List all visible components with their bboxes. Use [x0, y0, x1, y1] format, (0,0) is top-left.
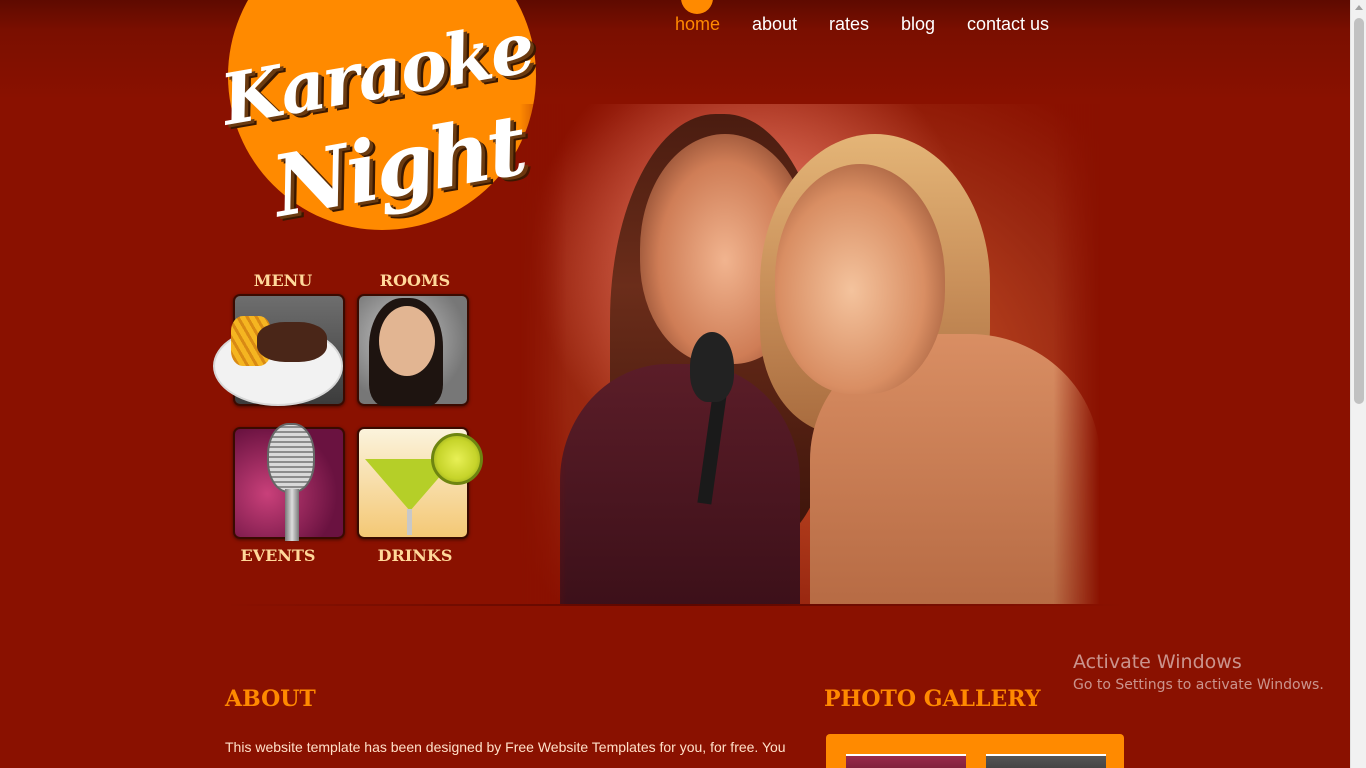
nav-home[interactable]: home	[675, 14, 720, 35]
tile-label-events[interactable]: EVENTS	[218, 546, 338, 565]
tile-drinks[interactable]	[357, 427, 483, 539]
tile-events[interactable]	[233, 423, 345, 541]
about-text: This website template has been designed …	[225, 739, 786, 755]
gallery-thumbnail[interactable]	[986, 754, 1106, 768]
scrollbar-thumb[interactable]	[1354, 18, 1364, 404]
gallery-thumbnail[interactable]	[846, 754, 966, 768]
tile-menu[interactable]	[213, 294, 345, 406]
events-microphone-icon	[267, 423, 315, 493]
menu-steak-image	[257, 322, 327, 362]
photo-gallery-heading: PHOTO GALLERY	[824, 686, 1041, 712]
nav-blog[interactable]: blog	[901, 14, 935, 35]
watermark-title: Activate Windows	[1073, 651, 1242, 673]
nav-rates[interactable]: rates	[829, 14, 869, 35]
tile-label-drinks[interactable]: DRINKS	[355, 546, 475, 565]
activate-windows-watermark: Activate Windows Go to Settings to activ…	[1073, 651, 1324, 693]
drinks-glass-stem	[407, 509, 412, 535]
logo[interactable]: Karaoke Night	[214, 5, 554, 236]
hero-microphone	[690, 332, 734, 402]
events-microphone-stem	[285, 489, 299, 541]
tile-label-rooms[interactable]: ROOMS	[355, 271, 475, 290]
watermark-subtitle: Go to Settings to activate Windows.	[1073, 677, 1324, 693]
scroll-up-arrow-icon[interactable]	[1355, 5, 1363, 10]
about-heading: ABOUT	[225, 686, 316, 712]
photo-gallery	[826, 734, 1124, 768]
vertical-scrollbar[interactable]	[1350, 0, 1366, 768]
nav-contact-us[interactable]: contact us	[967, 14, 1049, 35]
drinks-lime-icon	[431, 433, 483, 485]
hero-image	[520, 104, 1100, 624]
rooms-singer-face	[379, 306, 435, 376]
tile-rooms[interactable]	[357, 294, 469, 406]
hero-singer-right-face	[775, 164, 945, 394]
tile-label-menu[interactable]: MENU	[223, 271, 343, 290]
nav-about[interactable]: about	[752, 14, 797, 35]
section-divider	[225, 604, 1125, 606]
hero-singer-left-body	[560, 364, 800, 624]
